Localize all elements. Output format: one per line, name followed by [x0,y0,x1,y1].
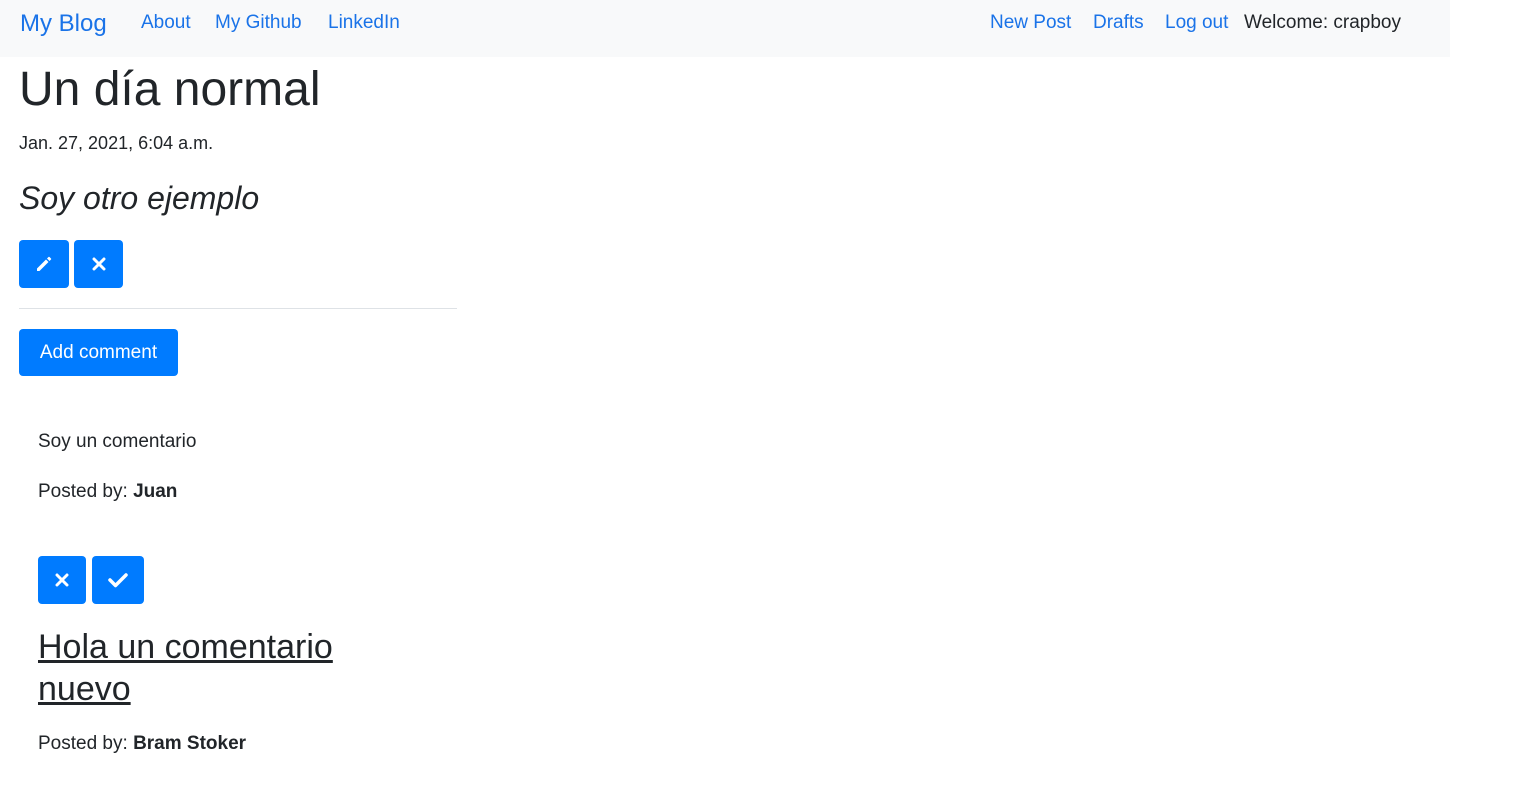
navbar: My Blog About My Github LinkedIn New Pos… [0,0,1450,57]
post-title: Un día normal [19,63,321,116]
nav-link-new-post[interactable]: New Post [990,12,1071,34]
nav-link-about[interactable]: About [141,12,191,34]
divider [19,308,457,309]
post-date: Jan. 27, 2021, 6:04 a.m. [19,133,214,153]
posted-by-label: Posted by: [38,481,128,502]
check-icon [108,572,128,588]
comment-posted-by: Posted by: Juan [38,481,177,503]
edit-post-button[interactable] [19,240,69,288]
add-comment-button[interactable]: Add comment [19,329,178,376]
welcome-text: Welcome: crapboy [1244,12,1401,33]
approve-comment-button[interactable] [92,556,144,604]
delete-post-button[interactable] [74,240,123,288]
comment-text: Soy un comentario [38,431,197,452]
comment-author: Bram Stoker [133,733,247,754]
posted-by-label: Posted by: [38,733,128,754]
comment-title-link[interactable]: Hola un comentario nuevo [38,626,398,710]
close-icon [55,573,69,587]
comment-posted-by: Posted by: Bram Stoker [38,733,246,755]
nav-link-drafts[interactable]: Drafts [1093,12,1144,34]
close-icon [92,257,106,271]
comment-author: Juan [133,481,178,502]
nav-link-linkedin[interactable]: LinkedIn [328,12,400,34]
pencil-icon [35,255,53,273]
remove-comment-button[interactable] [38,556,86,604]
brand-link[interactable]: My Blog [20,10,107,38]
nav-link-logout[interactable]: Log out [1165,12,1228,34]
post-body: Soy otro ejemplo [19,180,260,216]
nav-link-github[interactable]: My Github [215,12,302,34]
